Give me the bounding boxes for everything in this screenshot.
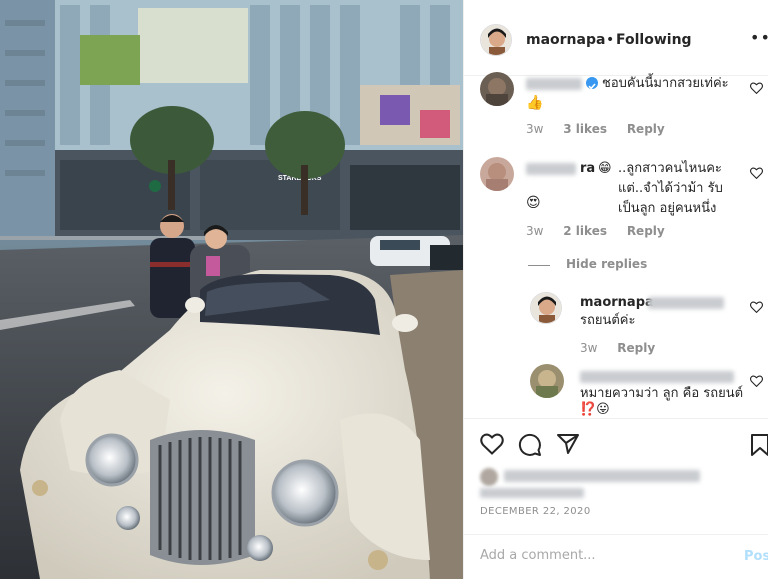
comment-time: 3w <box>526 224 544 238</box>
grin-emoji: 😁 <box>598 161 612 176</box>
commenter-avatar[interactable] <box>530 364 564 398</box>
thumbs-up-emoji: 👍 <box>526 95 544 111</box>
share-icon[interactable] <box>556 433 580 455</box>
comment-time: 3w <box>526 122 544 136</box>
hide-replies-label[interactable]: Hide replies <box>566 257 647 271</box>
commenter-name-blurred[interactable] <box>580 371 734 383</box>
add-comment-bar: Post <box>464 534 768 579</box>
comment-icon[interactable] <box>518 433 542 457</box>
liked-by-blurred[interactable] <box>504 470 700 482</box>
author-avatar[interactable] <box>480 24 512 56</box>
reply-button[interactable]: Reply <box>617 341 655 355</box>
liker-avatar[interactable] <box>480 468 498 486</box>
comment-likes[interactable]: 2 likes <box>563 224 607 238</box>
comment-text: ..ลูกสาวคนไหนคะ แต่..จำได้ว่าม้า รับเป็น… <box>618 161 723 216</box>
separator-dot: • <box>606 32 615 48</box>
like-comment-icon[interactable] <box>750 301 763 313</box>
commenter-name-suffix[interactable]: ra <box>580 159 595 179</box>
like-comment-icon[interactable] <box>750 375 763 387</box>
reply-button[interactable]: Reply <box>627 224 665 238</box>
reply-text: รถยนต์ค่ะ <box>580 313 636 328</box>
post-actions-bar <box>464 418 768 466</box>
comment-text: ชอบคันนี้มากสวยเท่ค่ะ <box>602 76 729 91</box>
more-options-icon[interactable]: ••• <box>750 28 768 47</box>
like-comment-icon[interactable] <box>750 82 763 94</box>
divider-line <box>528 265 550 266</box>
commenter-avatar[interactable] <box>480 157 514 191</box>
liked-by-blurred-line2[interactable] <box>480 488 584 498</box>
add-comment-input[interactable] <box>478 547 722 564</box>
heart-eyes-emoji: 😍 <box>526 195 541 211</box>
post-header: maornapa • Following ••• <box>464 0 768 76</box>
author-username[interactable]: maornapa <box>526 32 605 48</box>
heart-icon[interactable] <box>480 433 504 455</box>
post-comment-button[interactable]: Post <box>744 549 768 564</box>
mention-blurred[interactable] <box>648 297 724 309</box>
post-date: DECEMBER 22, 2020 <box>480 506 591 517</box>
commenter-avatar[interactable] <box>480 72 514 106</box>
post-photo[interactable]: STARBUCKS <box>0 0 463 579</box>
comment-likes[interactable]: 3 likes <box>563 122 607 136</box>
post-side-panel: maornapa • Following ••• ชอบคันนี้มากสวย… <box>463 0 768 579</box>
reply-author[interactable]: maornapa <box>580 293 654 313</box>
reply-emoji: ⁉️😛 <box>580 402 610 417</box>
author-avatar[interactable] <box>530 292 562 324</box>
following-button[interactable]: Following <box>616 32 692 48</box>
verified-badge-icon <box>586 77 598 90</box>
commenter-name-blurred[interactable] <box>526 78 582 90</box>
reply-time: 3w <box>580 341 598 355</box>
like-comment-icon[interactable] <box>750 167 763 179</box>
bookmark-icon[interactable] <box>750 433 768 457</box>
commenter-name-blurred[interactable] <box>526 163 576 175</box>
reply-button[interactable]: Reply <box>627 122 665 136</box>
